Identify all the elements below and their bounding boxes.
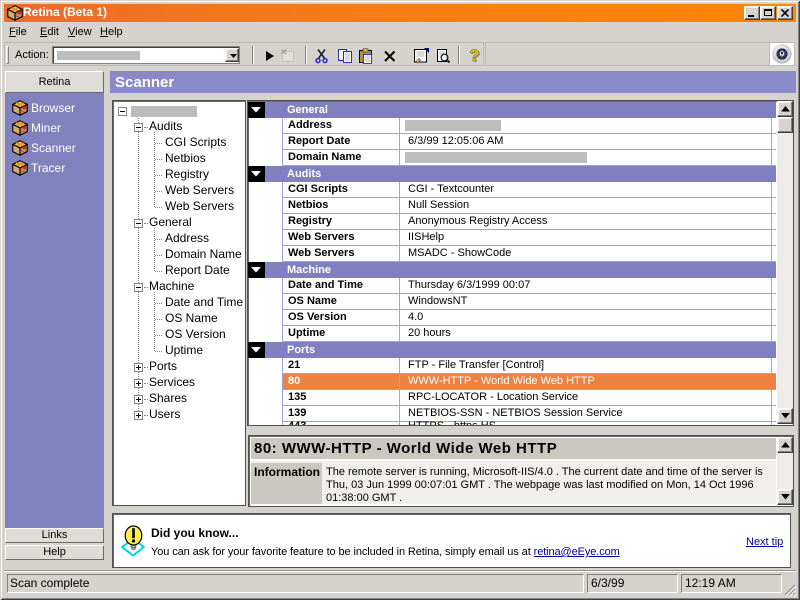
- svg-text:?: ?: [469, 46, 479, 65]
